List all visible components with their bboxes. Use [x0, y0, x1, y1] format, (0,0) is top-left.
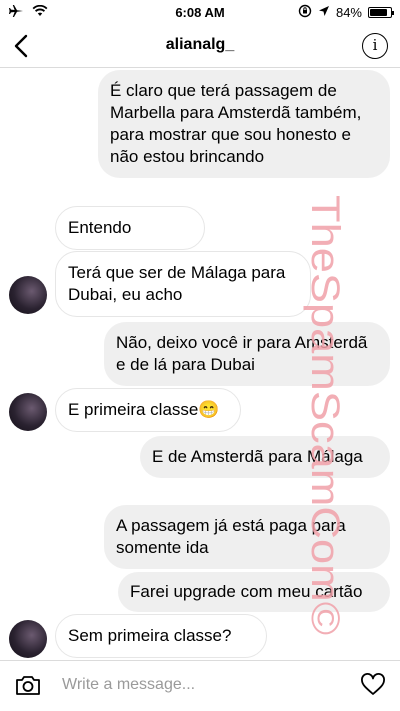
message-input[interactable]: Write a message...: [62, 676, 195, 694]
message-bubble-incoming[interactable]: Terá que ser de Málaga para Dubai, eu ac…: [55, 251, 311, 317]
chat-header: alianalg_ i: [0, 24, 400, 68]
avatar[interactable]: [9, 393, 47, 431]
battery-icon: [368, 7, 394, 18]
message-bubble-incoming[interactable]: Sem primeira classe?: [55, 614, 267, 658]
watermark: TheSpamScamCom©: [303, 195, 346, 635]
battery-fill: [370, 9, 387, 16]
message-bubble-incoming[interactable]: E primeira classe😁: [55, 388, 241, 432]
message-bubble-outgoing[interactable]: Não, deixo você ir para Amsterdã e de lá…: [104, 322, 390, 386]
battery-percent: 84%: [335, 5, 362, 20]
avatar[interactable]: [9, 620, 47, 658]
message-bubble-outgoing[interactable]: E de Amsterdã para Málaga: [140, 436, 390, 478]
message-bubble-outgoing[interactable]: É claro que terá passagem de Marbella pa…: [98, 70, 390, 178]
location-arrow-icon: [318, 5, 330, 20]
message-composer: Write a message...: [0, 660, 400, 711]
info-icon[interactable]: i: [362, 33, 388, 59]
status-bar: 6:08 AM 84%: [0, 0, 400, 24]
message-bubble-incoming[interactable]: Entendo: [55, 206, 205, 250]
camera-icon[interactable]: [14, 673, 42, 697]
avatar[interactable]: [9, 276, 47, 314]
message-bubble-outgoing[interactable]: Farei upgrade com meu cartão: [118, 572, 390, 612]
heart-icon[interactable]: [360, 672, 386, 698]
orientation-lock-icon: [298, 4, 312, 21]
watermark-text: TheSpamScamCom©: [303, 195, 346, 635]
message-bubble-outgoing[interactable]: A passagem já está paga para somente ida: [104, 505, 390, 569]
conversation-title[interactable]: alianalg_: [0, 36, 400, 54]
